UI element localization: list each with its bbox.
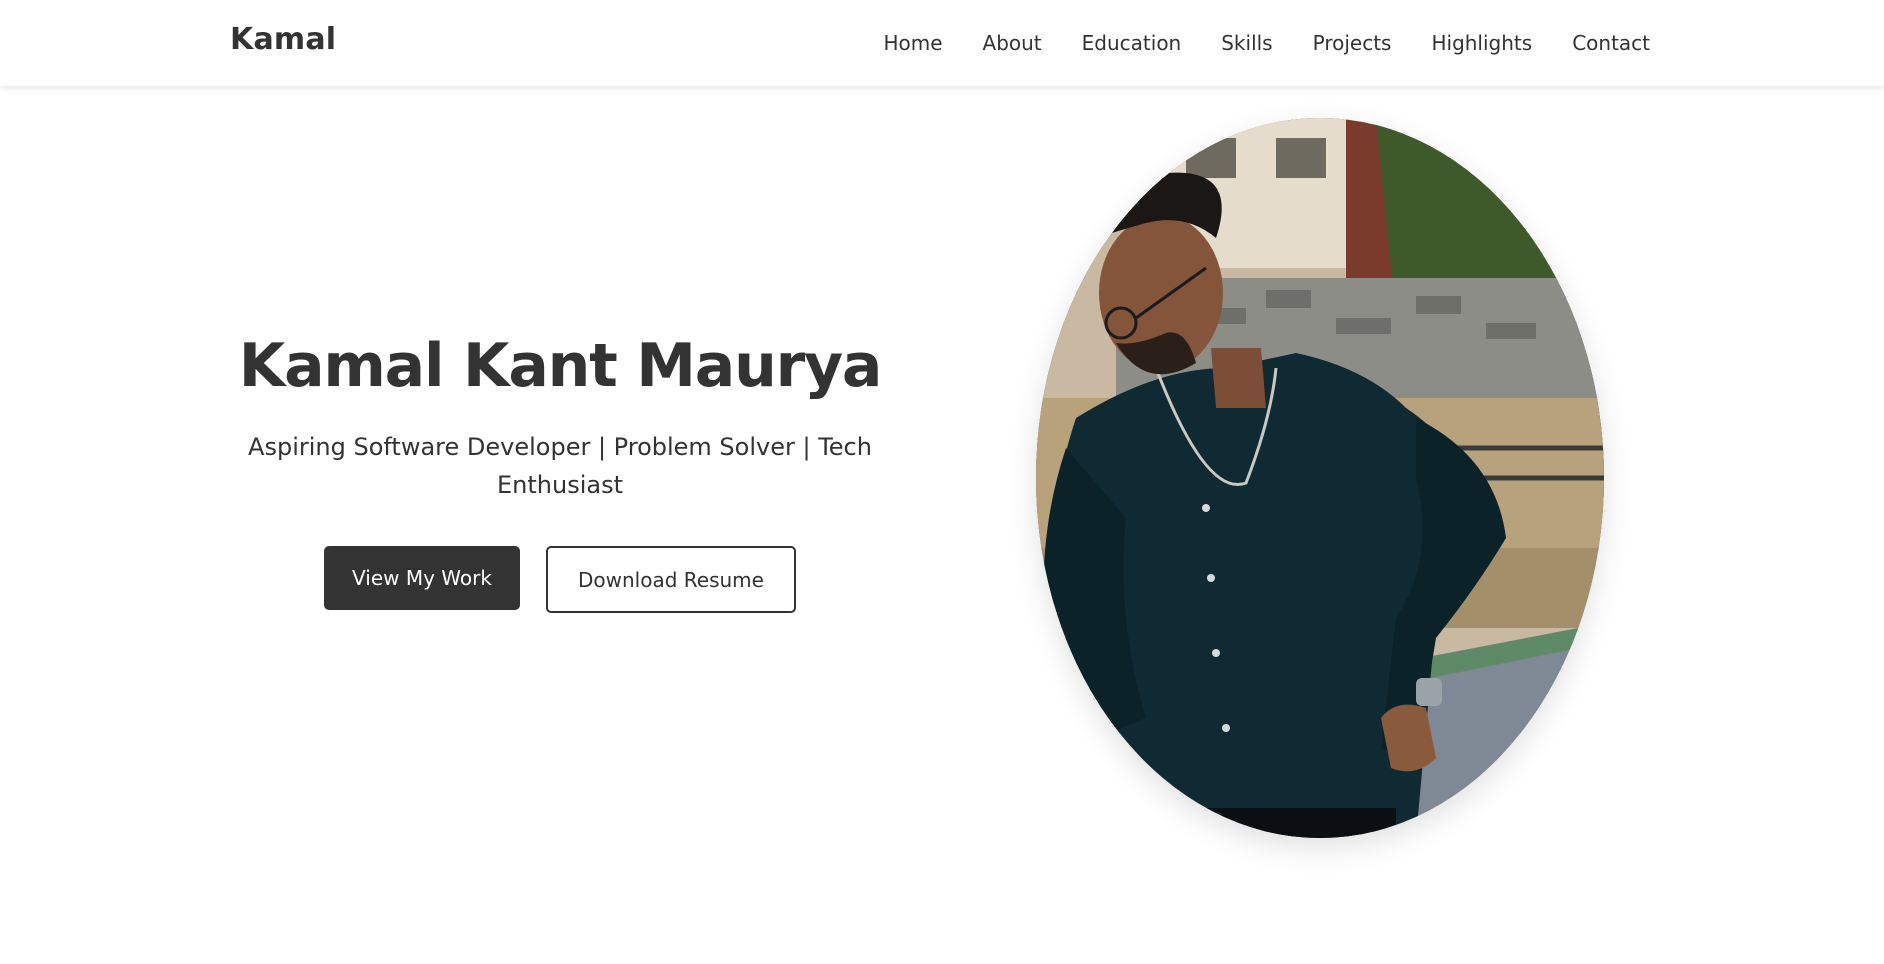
hero-actions: View My Work Download Resume — [230, 546, 890, 613]
site-logo[interactable]: Kamal — [230, 22, 336, 57]
nav-highlights[interactable]: Highlights — [1431, 31, 1532, 55]
hero-subtitle: Aspiring Software Developer | Problem So… — [248, 433, 872, 499]
hero-intro: Kamal Kant Maurya Aspiring Software Deve… — [230, 330, 890, 613]
profile-photo-illustration — [1036, 118, 1604, 838]
main-nav: Home About Education Skills Projects Hig… — [883, 0, 1650, 86]
nav-skills[interactable]: Skills — [1221, 31, 1272, 55]
view-my-work-button[interactable]: View My Work — [324, 546, 520, 610]
nav-home[interactable]: Home — [883, 31, 942, 55]
download-resume-button[interactable]: Download Resume — [546, 546, 796, 613]
nav-about[interactable]: About — [983, 31, 1042, 55]
nav-contact[interactable]: Contact — [1572, 31, 1650, 55]
nav-projects[interactable]: Projects — [1313, 31, 1392, 55]
top-navbar: Kamal Home About Education Skills Projec… — [0, 0, 1884, 86]
profile-photo — [1036, 118, 1604, 838]
nav-education[interactable]: Education — [1082, 31, 1182, 55]
hero-title: Kamal Kant Maurya — [238, 331, 883, 401]
